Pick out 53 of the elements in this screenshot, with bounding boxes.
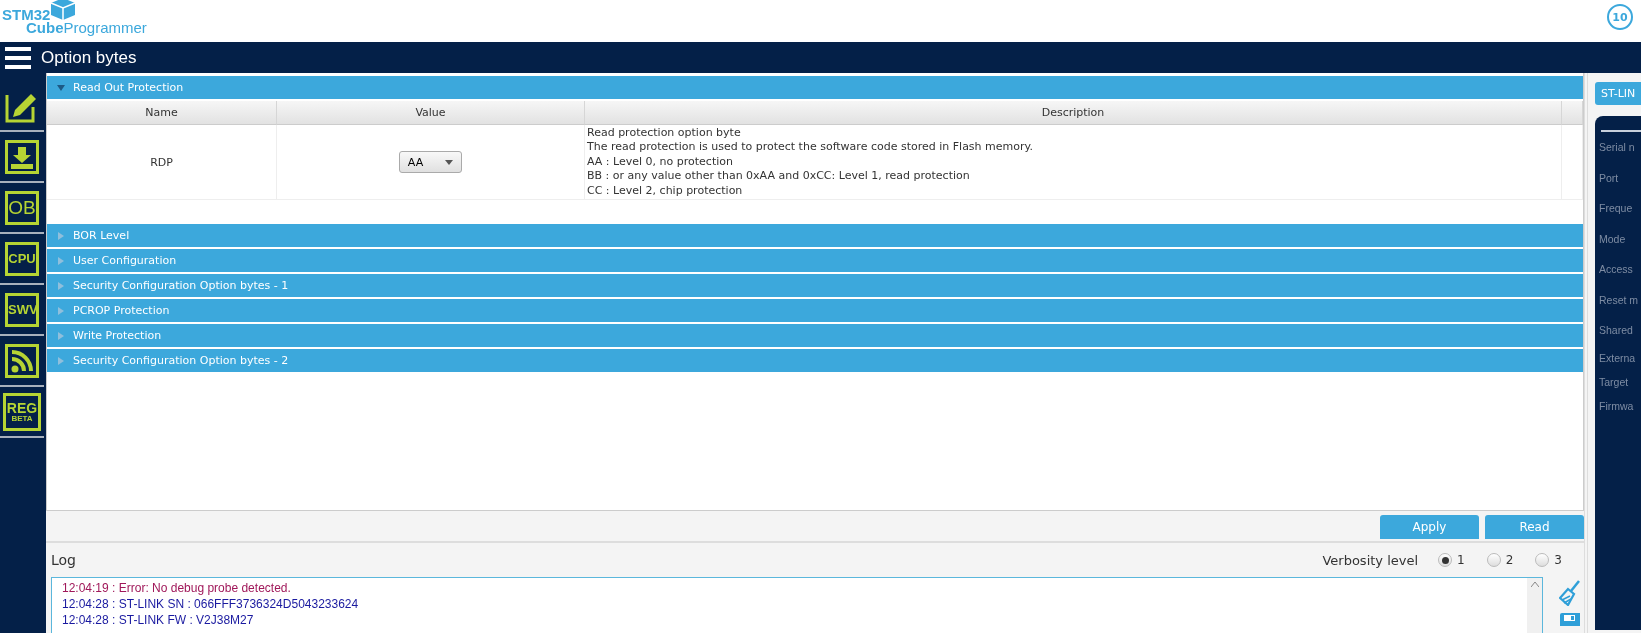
section-header[interactable]: Security Configuration Option bytes - 1: [47, 274, 1583, 297]
caret-right-icon: [57, 281, 65, 290]
save-icon[interactable]: [1559, 612, 1581, 626]
log-title: Log: [51, 552, 77, 568]
action-button[interactable]: Apply: [1380, 515, 1479, 539]
sidebar-button[interactable]: CPU: [5, 241, 39, 276]
sidebar-button[interactable]: OB: [5, 190, 39, 225]
broom-icon[interactable]: [1559, 580, 1581, 606]
anniversary-badge: 10: [1607, 4, 1633, 30]
caret-down-icon: [445, 159, 454, 165]
section-header[interactable]: Write Protection: [47, 324, 1583, 347]
caret-right-icon: [57, 356, 65, 365]
column-header: Value: [277, 101, 585, 125]
probe-tab[interactable]: ST-LIN: [1595, 82, 1641, 105]
verbosity-label: Verbosity level: [1322, 552, 1419, 568]
section-header[interactable]: Read Out Protection: [47, 76, 1583, 99]
download-icon[interactable]: [5, 139, 39, 174]
field-label: Serial n: [1598, 140, 1636, 155]
logo-text: STM32: [2, 7, 51, 22]
field-label: Target: [1598, 374, 1630, 390]
column-header: Name: [47, 101, 277, 125]
field-label: Firmwa: [1598, 398, 1635, 414]
caret-right-icon: [57, 331, 65, 340]
feed-icon[interactable]: [5, 343, 39, 378]
field-label: Externa: [1598, 350, 1637, 366]
field-label: Freque: [1598, 201, 1634, 216]
caret-right-icon: [57, 306, 65, 315]
section-header[interactable]: BOR Level: [47, 224, 1583, 247]
value-dropdown[interactable]: AA: [398, 151, 463, 173]
log-line: 12:04:28 : ST-LINK FW : V2J38M27: [62, 612, 255, 628]
caret-down-icon: [57, 83, 65, 92]
caret-right-icon: [57, 231, 65, 240]
field-label: Access: [1598, 262, 1634, 277]
caret-right-icon: [57, 256, 65, 265]
column-header: Description: [585, 101, 1562, 125]
log-line: 12:04:28 : ST-LINK SN : 066FFF3736324D5043233624: [62, 596, 360, 612]
field-label: Shared: [1598, 323, 1634, 338]
field-label: Mode: [1598, 231, 1627, 247]
scroll-up-icon[interactable]: [1530, 582, 1539, 587]
logo-text: CubeProgrammer: [26, 19, 147, 36]
page-title: Option bytes: [41, 47, 137, 68]
field-label: Port: [1598, 170, 1620, 186]
action-button[interactable]: Read: [1485, 515, 1584, 539]
section-header[interactable]: Security Configuration Option bytes - 2: [47, 349, 1583, 372]
section-header[interactable]: User Configuration: [47, 249, 1583, 272]
table-cell: RDP: [47, 125, 277, 200]
section-header[interactable]: PCROP Protection: [47, 299, 1583, 322]
sidebar-button[interactable]: SWV: [5, 292, 39, 327]
menu-icon[interactable]: [5, 46, 31, 69]
log-line: 12:04:19 : Error: No debug probe detected.: [62, 580, 292, 596]
table-cell: Read protection option byte The read protection is used to protect the software code stored in Flash memory. AA : Level 0, no protection BB : or any value other than 0xAA and 0xCC: Level 1, read protection CC : Level 2, chip protection: [585, 125, 1562, 200]
field-label: Reset m: [1598, 292, 1640, 308]
sidebar-button[interactable]: REG BETA: [3, 392, 41, 431]
